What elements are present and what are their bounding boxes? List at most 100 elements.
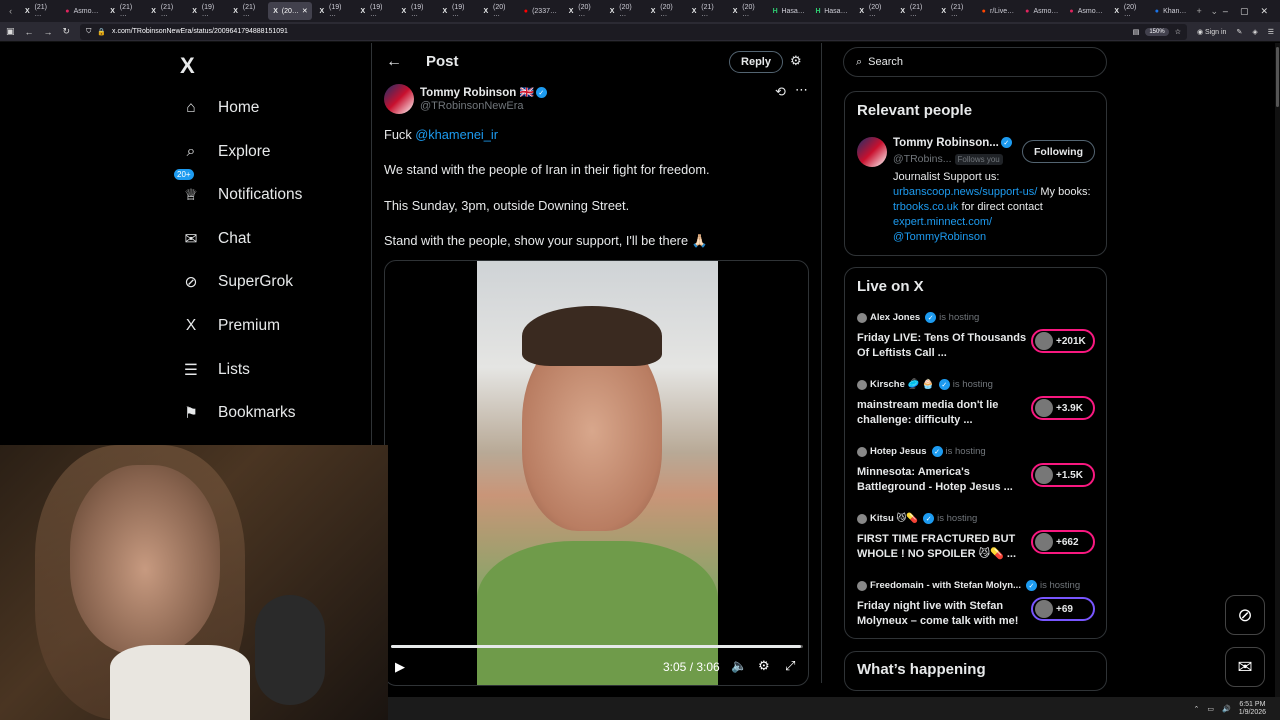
browser-tab[interactable]: X (20… ✕ — [268, 2, 312, 20]
bio-link[interactable]: @TommyRobinson — [893, 231, 986, 243]
browser-tab[interactable]: ● Asmo… — [1064, 2, 1106, 20]
close-window-icon[interactable]: ✕ — [1260, 6, 1268, 17]
browser-tab[interactable]: X (20) … — [563, 2, 602, 20]
browser-tab[interactable]: H Hasa… — [768, 2, 809, 20]
browser-tab[interactable]: X (21) … — [227, 2, 266, 20]
menu-icon[interactable]: ☰ — [1268, 28, 1274, 36]
address-bar[interactable]: ⛉ 🔒 x.com/TRobinsonNewEra/status/2009641… — [80, 23, 1187, 40]
url-text[interactable]: x.com/TRobinsonNewEra/status/20096417948… — [112, 28, 288, 35]
live-item[interactable]: Freedomain - with Stefan Molyn... ✓ is hos… — [857, 580, 1097, 640]
live-listener-pill[interactable]: +69 — [1031, 597, 1095, 621]
browser-tab[interactable]: ● (2337… — [519, 2, 561, 20]
scrollbar[interactable] — [1275, 43, 1280, 720]
live-listener-pill[interactable]: +201K — [1031, 329, 1095, 353]
bookmark-star-icon[interactable]: ☆ — [1175, 28, 1181, 36]
browser-tab[interactable]: ● Asmo… — [1020, 2, 1062, 20]
tab-overflow-icon[interactable]: ⌄ — [1208, 6, 1221, 17]
grok-fab-icon[interactable]: ⊘ — [1225, 595, 1265, 635]
live-listener-pill[interactable]: +662 — [1031, 530, 1095, 554]
live-listener-pill[interactable]: +1.5K — [1031, 463, 1095, 487]
network-icon[interactable]: ▭ — [1207, 705, 1214, 713]
play-icon[interactable]: ▶ — [395, 659, 405, 675]
minimize-icon[interactable]: – — [1223, 6, 1228, 16]
tray-chevron-icon[interactable]: ⌃ — [1194, 705, 1200, 713]
following-button[interactable]: Following — [1022, 140, 1095, 163]
live-item[interactable]: Alex Jones ✓ is hosting Friday LIVE: Tens O… — [857, 312, 1097, 372]
zoom-level[interactable]: 150% — [1145, 27, 1169, 36]
avatar[interactable] — [857, 137, 887, 167]
browser-tab[interactable]: X (21) … — [104, 2, 143, 20]
live-item[interactable]: Kirsche 🥏 🧁 ✓ is hosting mainstream media d… — [857, 379, 1097, 439]
nav-item-chat[interactable]: ✉ Chat — [180, 219, 251, 259]
author-name[interactable]: Tommy Robinson 🇬🇧 ✓ — [420, 85, 547, 99]
back-arrow-icon[interactable]: ← — [386, 53, 402, 71]
forward-icon[interactable]: → — [44, 27, 53, 37]
bio-link[interactable]: urbanscoop.news/support-us/ — [893, 186, 1037, 198]
x-logo[interactable]: X — [180, 53, 195, 79]
mention-link[interactable]: @khamenei_ir — [415, 127, 498, 142]
browser-tab[interactable]: X (19) … — [186, 2, 225, 20]
live-item[interactable]: Hotep Jesus ✓ is hosting Minnesota: America… — [857, 446, 1097, 506]
new-tab-icon[interactable]: + — [1192, 6, 1205, 16]
scrollbar-thumb[interactable] — [1276, 47, 1279, 107]
browser-tab[interactable]: X (21) … — [19, 2, 58, 20]
extension-icon-2[interactable]: ◈ — [1252, 28, 1257, 36]
maximize-icon[interactable]: ▢ — [1240, 6, 1249, 17]
browser-tab[interactable]: X (21) … — [936, 2, 975, 20]
browser-tab[interactable]: X (19) … — [355, 2, 394, 20]
grok-icon[interactable]: ⟲ — [775, 84, 786, 100]
live-listener-pill[interactable]: +3.9K — [1031, 396, 1095, 420]
close-tab-icon[interactable]: ✕ — [302, 7, 308, 15]
author-handle[interactable]: @TRobinsonNewEra — [420, 100, 524, 112]
sign-in-button[interactable]: ◉ Sign in — [1197, 28, 1226, 36]
nav-item-lists[interactable]: ☰ Lists — [180, 350, 250, 390]
post-line-4: Stand with the people, show your support… — [384, 232, 708, 248]
browser-tab[interactable]: ● r/Live… — [977, 2, 1019, 20]
fullscreen-icon[interactable]: ⤢ — [785, 658, 795, 674]
clock[interactable]: 6:51 PM 1/9/2026 — [1239, 701, 1266, 717]
reload-icon[interactable]: ↻ — [63, 26, 71, 37]
browser-tab[interactable]: X (19) … — [437, 2, 476, 20]
volume-icon[interactable]: 🔈 — [731, 658, 747, 674]
browser-tab[interactable]: X (20) … — [645, 2, 684, 20]
tab-label: Hasa… — [781, 7, 805, 15]
browser-tab[interactable]: X (20) … — [478, 2, 517, 20]
video-player[interactable]: ▶ 3:05 / 3:06 🔈 ⚙ ⤢ — [384, 260, 809, 686]
settings-gear-icon[interactable]: ⚙ — [758, 658, 770, 674]
browser-tab[interactable]: ● Khan… — [1150, 2, 1191, 20]
nav-item-home[interactable]: ⌂ Home — [180, 88, 259, 128]
back-icon[interactable]: ← — [25, 27, 34, 37]
rp-name[interactable]: Tommy Robinson... ✓ — [893, 137, 1012, 149]
browser-tab[interactable]: X (21) … — [145, 2, 184, 20]
nav-item-premium[interactable]: X Premium — [180, 306, 280, 346]
browser-tab[interactable]: H Hasa… — [811, 2, 852, 20]
search-input[interactable]: ⌕ Search — [843, 47, 1107, 77]
nav-item-bookmarks[interactable]: ⚑ Bookmarks — [180, 393, 295, 433]
browser-tab[interactable]: X (20) … — [854, 2, 893, 20]
sidebar-toggle-icon[interactable]: ▣ — [6, 26, 15, 37]
browser-tab[interactable]: X (19) … — [314, 2, 353, 20]
bio-link[interactable]: trbooks.co.uk — [893, 201, 958, 213]
browser-tab[interactable]: X (20) … — [727, 2, 766, 20]
tab-list-icon[interactable]: ‹ — [4, 6, 17, 16]
browser-tab[interactable]: X (20) … — [604, 2, 643, 20]
nav-item-notifications[interactable]: ♕ 20+ Notifications — [174, 169, 302, 215]
bio-link[interactable]: expert.minnect.com/ — [893, 216, 992, 228]
browser-tab[interactable]: ● Asmo… — [60, 2, 102, 20]
video-progress-bar[interactable] — [391, 645, 803, 648]
reader-icon[interactable]: ▤ — [1133, 28, 1140, 36]
browser-tab[interactable]: X (20) … — [1109, 2, 1148, 20]
avatar[interactable] — [384, 84, 414, 114]
browser-tab[interactable]: X (21) … — [895, 2, 934, 20]
browser-tab[interactable]: X (21) … — [686, 2, 725, 20]
reply-button[interactable]: Reply — [729, 51, 783, 73]
volume-tray-icon[interactable]: 🔊 — [1222, 705, 1231, 713]
tune-icon[interactable]: ⚙ — [790, 53, 802, 69]
extension-icon[interactable]: ✎ — [1236, 28, 1242, 36]
messages-fab-icon[interactable]: ✉ — [1225, 647, 1265, 687]
live-item[interactable]: Kitsu 😼💊 ✓ is hosting FIRST TIME FRACTURED … — [857, 513, 1097, 573]
nav-item-explore[interactable]: ⌕ Explore — [180, 132, 271, 172]
nav-item-supergrok[interactable]: ⊘ SuperGrok — [180, 262, 293, 302]
more-icon[interactable]: ⋯ — [795, 82, 808, 98]
browser-tab[interactable]: X (19) … — [396, 2, 435, 20]
